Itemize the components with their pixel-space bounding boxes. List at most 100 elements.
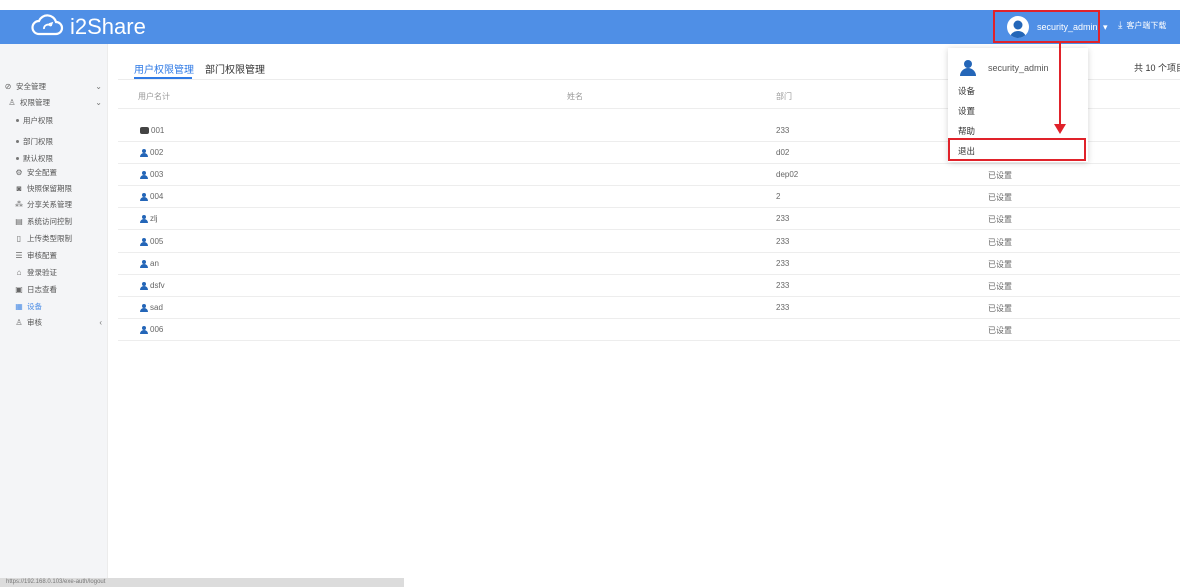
column-header-fullname[interactable]: 姓名: [567, 91, 583, 102]
table-row-department: 233: [776, 126, 790, 135]
sidebar-item-department-permission[interactable]: 部门权限: [0, 136, 108, 147]
username-text: dsfv: [150, 281, 165, 290]
group-icon: [140, 127, 149, 134]
sidebar-item-review[interactable]: ♙ 审核 ‹: [0, 317, 108, 328]
device-icon: ▦: [15, 302, 23, 311]
table-row-divider: [118, 252, 1180, 253]
sidebar-item-log-view[interactable]: ▣ 日志查看: [0, 284, 108, 295]
sidebar-item-snapshot-retention[interactable]: ◙ 快照保留期限: [0, 183, 108, 194]
table-row-username[interactable]: 006: [140, 325, 163, 334]
username-text: 004: [150, 192, 164, 201]
table-row-username[interactable]: 005: [140, 237, 163, 246]
lock-icon: ⌂: [16, 268, 22, 277]
camera-icon: ◙: [16, 184, 22, 193]
menu-item-settings[interactable]: 设置: [958, 105, 975, 117]
logout-highlight-box: [948, 138, 1086, 161]
table-row-username[interactable]: dsfv: [140, 281, 165, 290]
user-icon: [140, 281, 148, 290]
table-row-username[interactable]: zlj: [140, 214, 158, 223]
client-download-link[interactable]: ⤓ 客户端下载: [1118, 20, 1166, 31]
table-row-username[interactable]: 003: [140, 170, 163, 179]
sidebar-item-security-config[interactable]: ⚙ 安全配置: [0, 167, 108, 178]
sidebar-label: 安全配置: [27, 168, 57, 177]
sidebar-item-login-verify[interactable]: ⌂ 登录验证: [0, 267, 108, 278]
username-text: sad: [150, 303, 163, 312]
menu-item-help[interactable]: 帮助: [958, 125, 975, 137]
table-row-username[interactable]: 004: [140, 192, 163, 201]
table-row-department: 2: [776, 192, 781, 201]
user-icon: [140, 259, 148, 268]
table-row-department: 233: [776, 281, 790, 290]
table-row-status[interactable]: 已设置: [988, 170, 1012, 181]
sidebar-item-share-relations[interactable]: ⁂ 分享关系管理: [0, 199, 108, 210]
user-icon: [140, 237, 148, 246]
username-text: 001: [151, 126, 165, 135]
sidebar: ⊘ 安全管理 ⌄ ♙ 权限管理 ⌄ 用户权限 部门权限 默认权限 ⚙ 安全配置 …: [0, 44, 108, 587]
bullet-icon: [16, 119, 19, 122]
header-username: security_admin: [1037, 21, 1098, 32]
table-row-department: 233: [776, 237, 790, 246]
user-icon: [140, 170, 148, 179]
table-row-username[interactable]: 001: [140, 126, 164, 135]
sidebar-item-permission-management[interactable]: ♙ 权限管理 ⌄: [0, 97, 108, 108]
table-row-status[interactable]: 已设置: [988, 237, 1012, 248]
username-text: 002: [150, 148, 164, 157]
upload-file-icon: ▯: [16, 234, 22, 243]
sidebar-label: 设备: [27, 302, 42, 311]
active-tab-indicator: [134, 77, 192, 79]
sidebar-item-user-permission[interactable]: 用户权限: [0, 115, 108, 126]
username-text: 006: [150, 325, 164, 334]
table-row-divider: [118, 296, 1180, 297]
table-row-username[interactable]: 002: [140, 148, 163, 157]
sidebar-label: 分享关系管理: [27, 200, 72, 209]
table-row-status[interactable]: 已设置: [988, 303, 1012, 314]
cloud-logo-icon: [30, 12, 64, 43]
dropdown-username: security_admin: [988, 63, 1049, 73]
log-icon: ▣: [15, 285, 23, 294]
user-avatar-icon: [960, 60, 976, 76]
user-icon: [140, 192, 148, 201]
logo-text: i2Share: [70, 14, 146, 39]
table-row-status[interactable]: 已设置: [988, 192, 1012, 203]
sidebar-label: 日志查看: [27, 285, 57, 294]
menu-item-device[interactable]: 设备: [958, 85, 975, 97]
sidebar-label: 用户权限: [23, 116, 53, 125]
table-row-divider: [118, 340, 1180, 341]
monitor-icon: ▤: [15, 217, 23, 226]
sidebar-item-security-management[interactable]: ⊘ 安全管理 ⌄: [0, 81, 108, 92]
app-logo[interactable]: i2Share: [30, 12, 146, 42]
user-menu-toggle[interactable]: security_admin: [993, 10, 1100, 43]
browser-status-url: https://192.168.0.103/exe-auth/logout: [0, 578, 404, 587]
chevron-left-icon: ‹: [99, 318, 102, 327]
download-label: 客户端下载: [1126, 21, 1167, 30]
table-row-department: 233: [776, 259, 790, 268]
users-icon: ♙: [8, 98, 16, 107]
table-row-status[interactable]: 已设置: [988, 325, 1012, 336]
sidebar-label: 审核: [27, 318, 42, 327]
sidebar-item-access-control[interactable]: ▤ 系统访问控制: [0, 216, 108, 227]
table-row-divider: [118, 229, 1180, 230]
column-header-username[interactable]: 用户名计: [138, 91, 170, 102]
sidebar-item-device[interactable]: ▦ 设备: [0, 301, 108, 312]
column-header-department[interactable]: 部门: [776, 91, 792, 102]
table-row-divider: [118, 207, 1180, 208]
table-row-status[interactable]: 已设置: [988, 281, 1012, 292]
table-row-username[interactable]: sad: [140, 303, 163, 312]
table-row-username[interactable]: an: [140, 259, 159, 268]
user-icon: [140, 325, 148, 334]
table-row-status[interactable]: 已设置: [988, 214, 1012, 225]
username-text: 003: [150, 170, 164, 179]
table-row-status[interactable]: 已设置: [988, 259, 1012, 270]
username-text: an: [150, 259, 159, 268]
tab-user-permission[interactable]: 用户权限管理: [134, 61, 194, 76]
tab-department-permission[interactable]: 部门权限管理: [205, 61, 265, 76]
dropdown-user-info: security_admin: [960, 60, 1049, 76]
sidebar-label: 安全管理: [16, 82, 46, 91]
caret-down-icon[interactable]: ▾: [1103, 22, 1108, 33]
sidebar-item-review-config[interactable]: ☰ 审核配置: [0, 250, 108, 261]
sidebar-item-default-permission[interactable]: 默认权限: [0, 153, 108, 164]
share-icon: ⁂: [15, 200, 23, 209]
table-row-department: dep02: [776, 170, 799, 179]
sidebar-item-upload-type-limit[interactable]: ▯ 上传类型限制: [0, 233, 108, 244]
annotation-arrow-line: [1059, 43, 1061, 125]
